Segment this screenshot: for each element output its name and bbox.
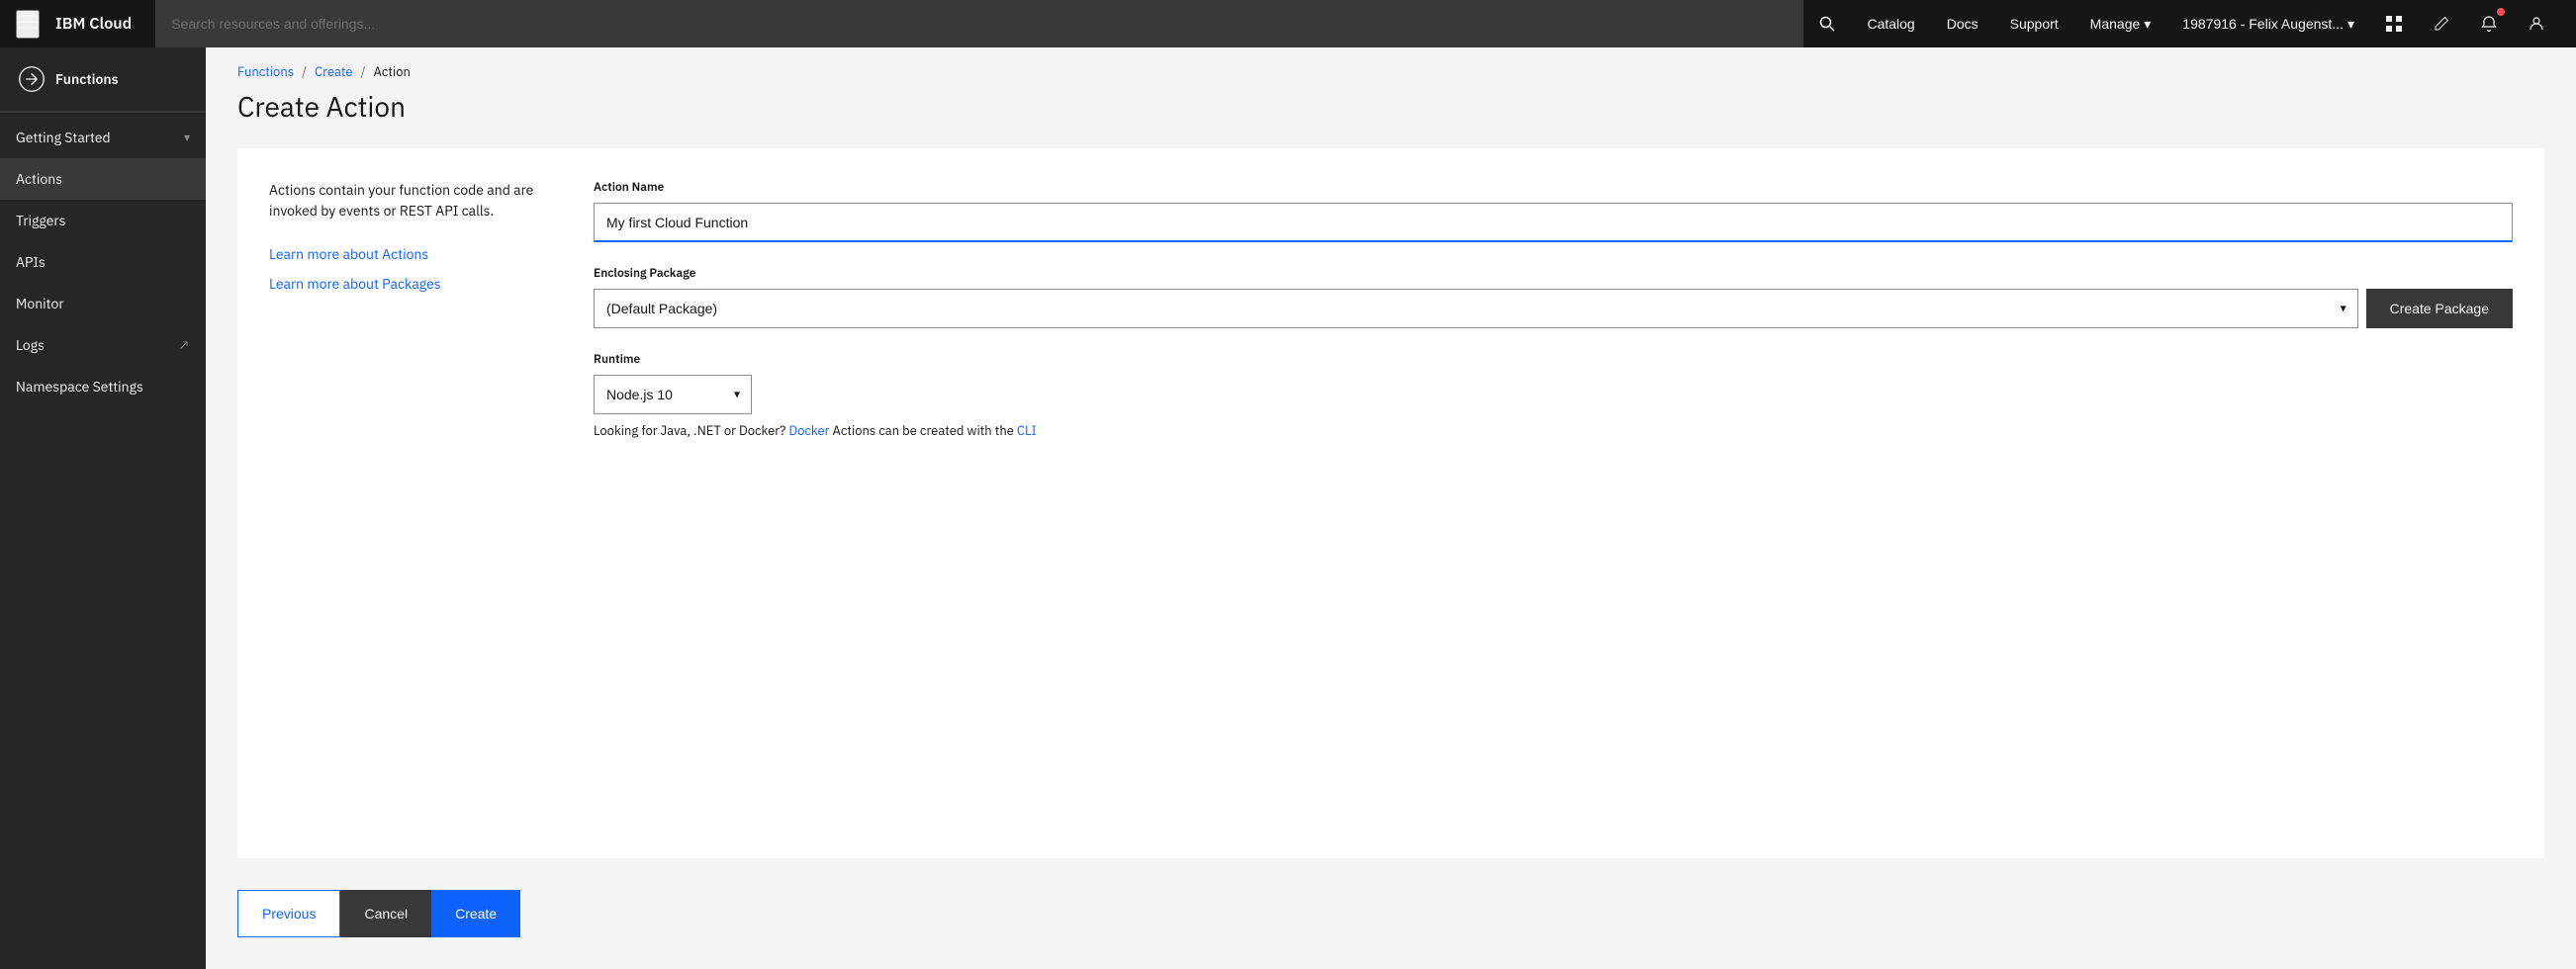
notification-badge-dot <box>2497 8 2505 16</box>
breadcrumb-functions-link[interactable]: Functions <box>237 63 294 80</box>
sidebar-item-monitor[interactable]: Monitor <box>0 283 206 324</box>
breadcrumb-sep-1: / <box>302 63 307 80</box>
docker-link[interactable]: Docker <box>788 422 829 439</box>
sidebar-item-label: Getting Started <box>16 129 111 146</box>
functions-logo-icon <box>16 63 47 95</box>
sidebar-item-label: Actions <box>16 170 62 188</box>
edit-icon-btn[interactable] <box>2418 0 2465 47</box>
brand-name: IBM Cloud <box>55 14 132 34</box>
form-panel: Action Name Enclosing Package (Default P… <box>594 180 2513 827</box>
sidebar-item-label: APIs <box>16 253 46 271</box>
sidebar-logo-area: Functions <box>0 47 206 112</box>
sidebar-item-actions[interactable]: Actions <box>0 158 206 200</box>
create-button[interactable]: Create <box>431 890 520 937</box>
description-text: Actions contain your function code and a… <box>269 180 546 221</box>
package-select-wrapper: (Default Package) ▾ <box>594 289 2358 328</box>
account-chevron-icon: ▾ <box>2347 16 2354 33</box>
page-body: Actions contain your function code and a… <box>237 148 2544 858</box>
cancel-button[interactable]: Cancel <box>340 890 431 937</box>
user-icon-btn[interactable] <box>2513 0 2560 47</box>
footer-buttons: Previous Cancel Create <box>206 858 2576 969</box>
action-name-input[interactable] <box>594 203 2513 242</box>
previous-button[interactable]: Previous <box>237 890 340 937</box>
global-search-input[interactable] <box>155 0 1803 47</box>
sidebar-item-label: Logs <box>16 336 45 354</box>
sidebar-item-logs[interactable]: Logs ↗ <box>0 324 206 366</box>
top-navigation: IBM Cloud Catalog Docs Support Manage ▾ … <box>0 0 2576 47</box>
runtime-note: Looking for Java, .NET or Docker? Docker… <box>594 422 2513 439</box>
manage-chevron-icon: ▾ <box>2144 16 2151 33</box>
top-nav-actions: Catalog Docs Support Manage ▾ 1987916 - … <box>1803 0 2560 47</box>
runtime-select[interactable]: Node.js 10 Node.js 12 Python 3 Python 2 … <box>594 375 752 414</box>
breadcrumb-create-link[interactable]: Create <box>315 63 353 80</box>
description-panel: Actions contain your function code and a… <box>269 180 546 827</box>
page-header: Create Action <box>206 88 2576 148</box>
sidebar-item-label: Triggers <box>16 212 65 229</box>
account-button[interactable]: 1987916 - Felix Augenst... ▾ <box>2166 0 2370 47</box>
learn-more-packages-link[interactable]: Learn more about Packages <box>269 275 546 293</box>
support-button[interactable]: Support <box>1994 0 2074 47</box>
content-area: Functions / Create / Action Create Actio… <box>206 47 2576 969</box>
enclosing-package-group: Enclosing Package (Default Package) ▾ Cr… <box>594 266 2513 328</box>
action-name-group: Action Name <box>594 180 2513 242</box>
action-name-label: Action Name <box>594 180 2513 195</box>
manage-button[interactable]: Manage ▾ <box>2074 0 2167 47</box>
docs-button[interactable]: Docs <box>1931 0 1994 47</box>
sidebar-item-label: Monitor <box>16 295 64 312</box>
sidebar-item-triggers[interactable]: Triggers <box>0 200 206 241</box>
sidebar-brand-name: Functions <box>55 70 119 88</box>
enclosing-package-label: Enclosing Package <box>594 266 2513 281</box>
search-icon-btn[interactable] <box>1803 0 1851 47</box>
runtime-select-wrapper: Node.js 10 Node.js 12 Python 3 Python 2 … <box>594 375 752 414</box>
catalog-button[interactable]: Catalog <box>1851 0 1930 47</box>
runtime-group: Runtime Node.js 10 Node.js 12 Python 3 P… <box>594 352 2513 439</box>
sidebar-item-getting-started[interactable]: Getting Started ▾ <box>0 117 206 158</box>
sidebar-item-namespace-settings[interactable]: Namespace Settings <box>0 366 206 407</box>
enclosing-package-row: (Default Package) ▾ Create Package <box>594 289 2513 328</box>
breadcrumb-sep-2: / <box>361 63 366 80</box>
breadcrumb: Functions / Create / Action <box>206 47 2576 88</box>
notifications-icon-btn[interactable] <box>2465 0 2513 47</box>
cli-link[interactable]: CLI <box>1017 422 1037 439</box>
sidebar-nav: Getting Started ▾ Actions Triggers APIs … <box>0 113 206 407</box>
runtime-label: Runtime <box>594 352 2513 367</box>
external-link-icon: ↗ <box>179 336 190 354</box>
page-title: Create Action <box>237 88 2544 125</box>
menu-icon[interactable] <box>16 10 40 39</box>
breadcrumb-current: Action <box>374 63 411 80</box>
create-package-button[interactable]: Create Package <box>2366 289 2513 328</box>
package-select[interactable]: (Default Package) <box>594 289 2358 328</box>
sidebar-item-apis[interactable]: APIs <box>0 241 206 283</box>
grid-icon-btn[interactable] <box>2370 0 2418 47</box>
sidebar-item-label: Namespace Settings <box>16 378 143 396</box>
learn-more-actions-link[interactable]: Learn more about Actions <box>269 245 546 263</box>
chevron-down-icon: ▾ <box>184 131 190 145</box>
sidebar: Functions Getting Started ▾ Actions Trig… <box>0 47 206 969</box>
